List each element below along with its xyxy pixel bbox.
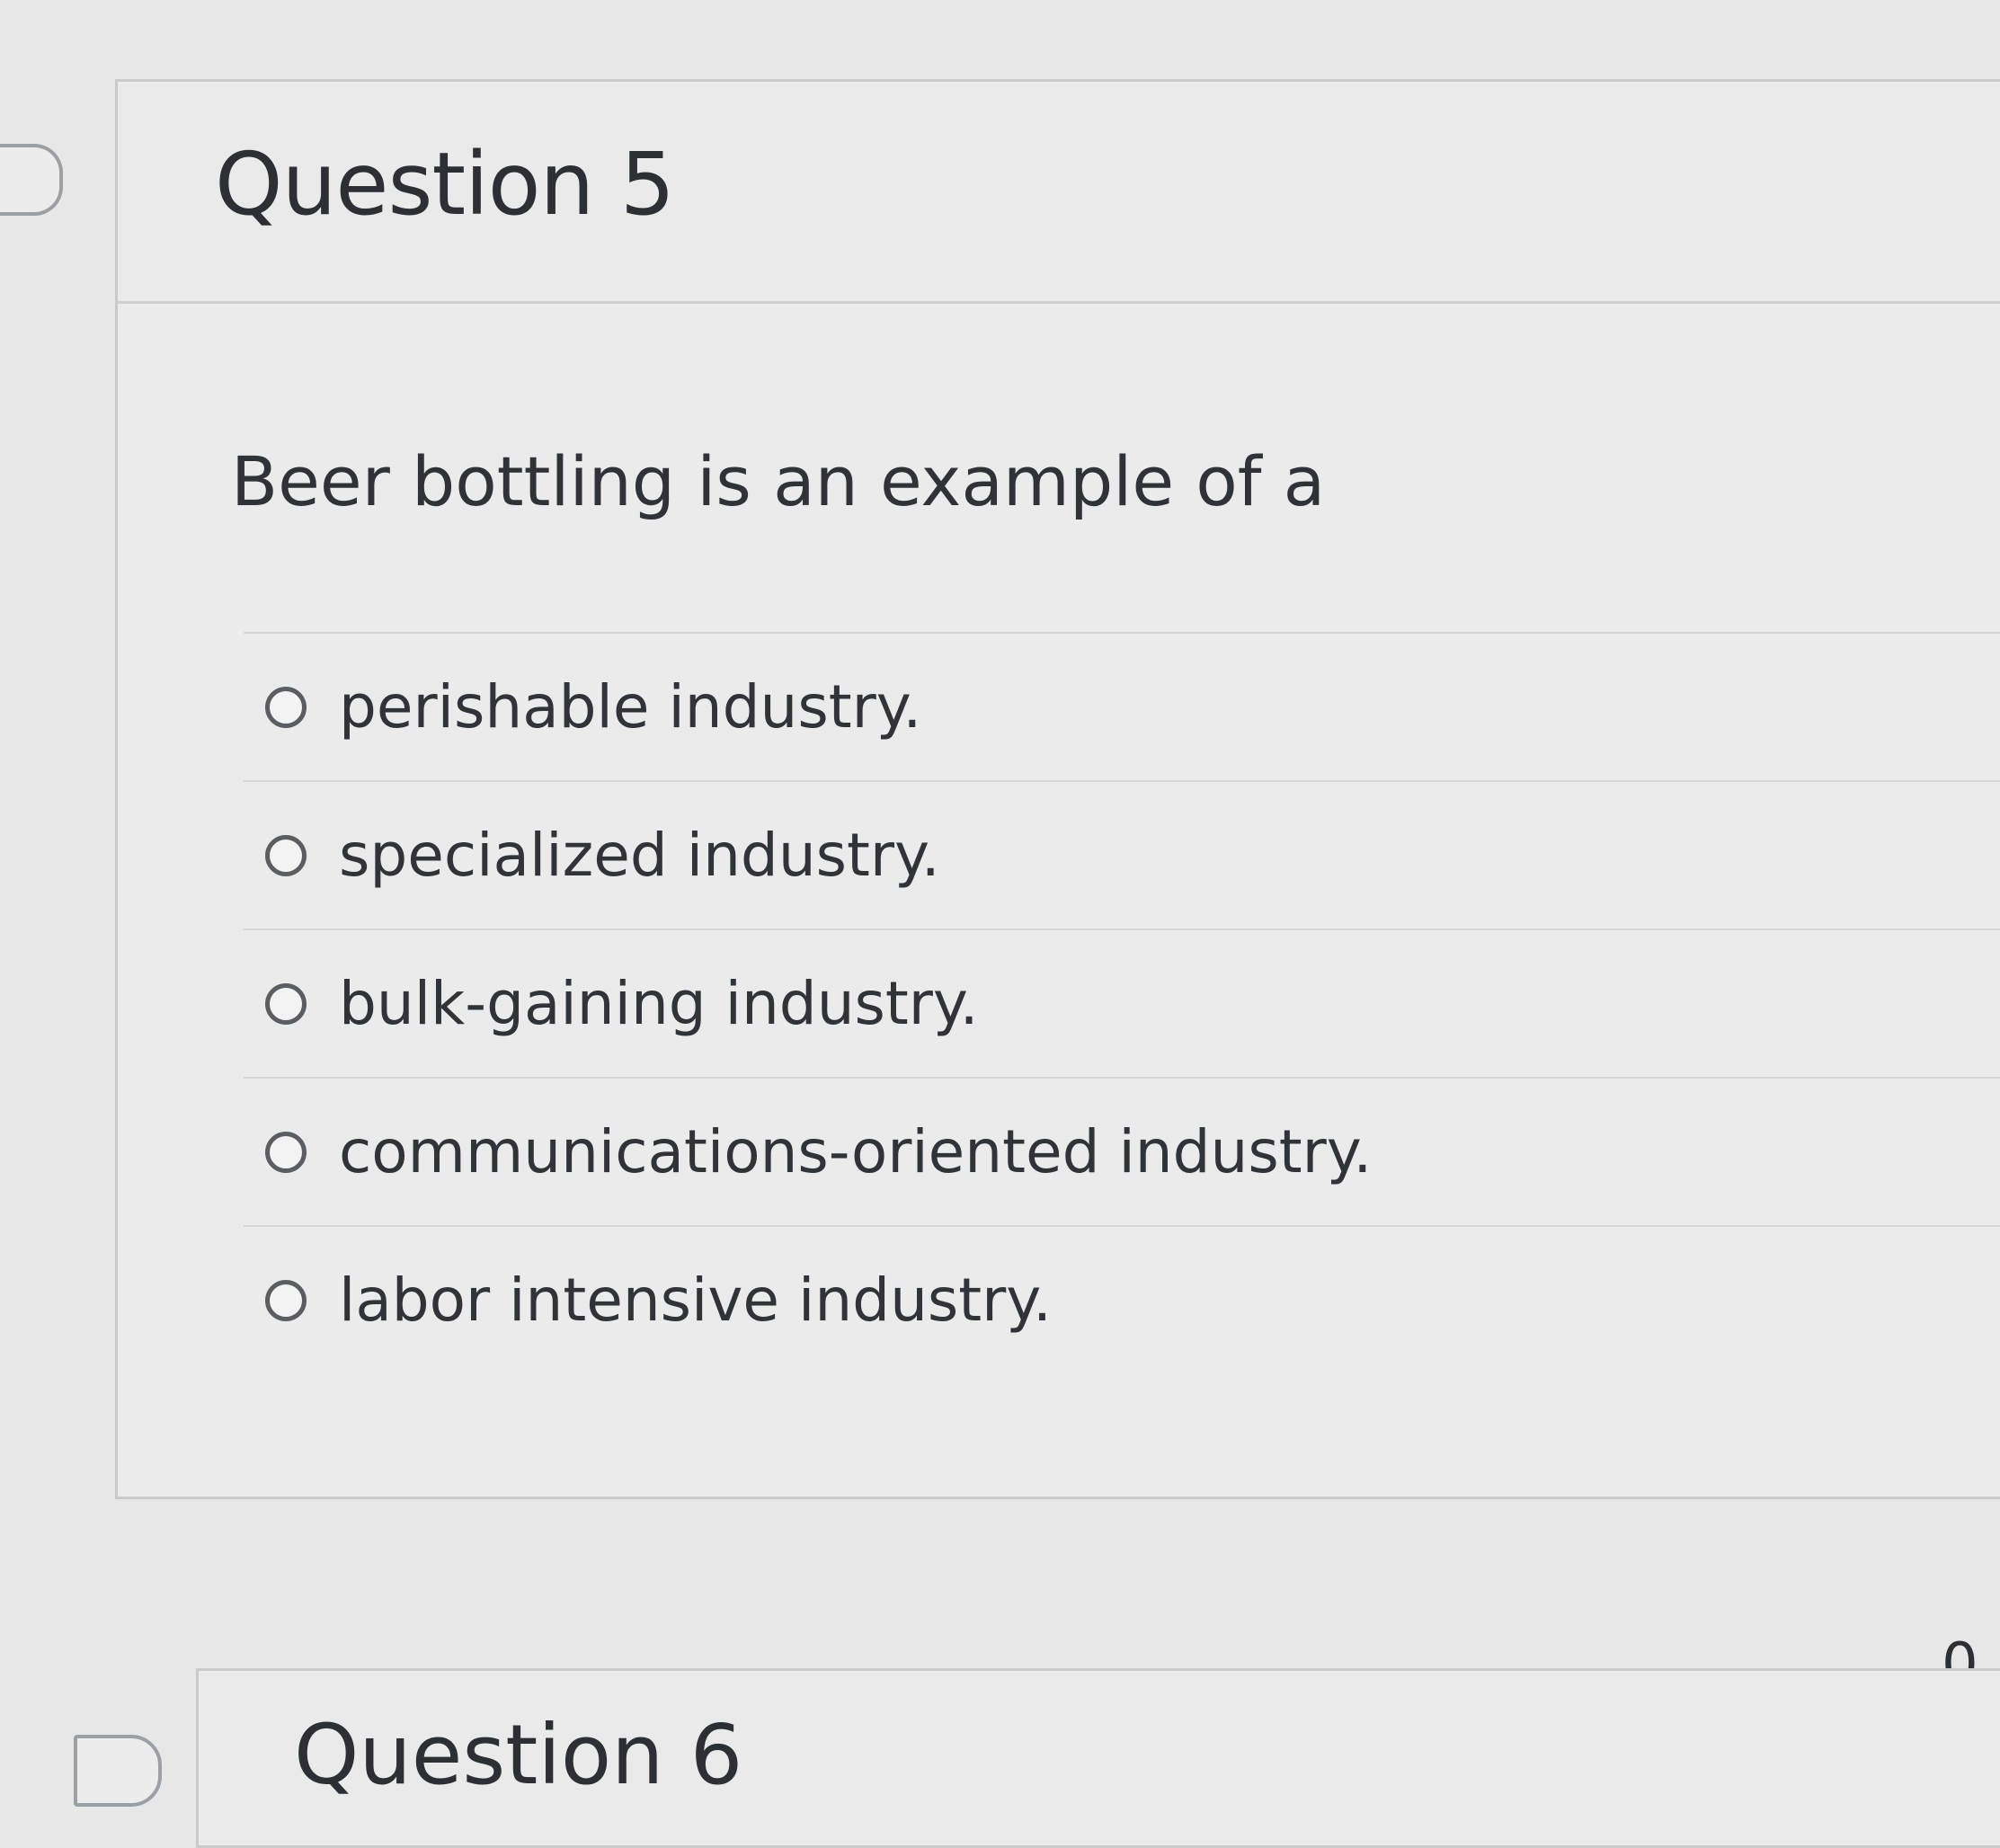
radio-button[interactable] [265, 982, 307, 1025]
answer-label: bulk-gaining industry. [339, 969, 979, 1038]
question-prompt: Beer bottling is an example of a [231, 441, 1326, 521]
answer-label: communications-oriented industry. [339, 1117, 1373, 1186]
answer-option[interactable]: specialized industry. [244, 782, 2000, 930]
answer-option[interactable]: perishable industry. [244, 634, 2000, 782]
answer-list: perishable industry. specialized industr… [244, 632, 2000, 1373]
answer-option[interactable]: communications-oriented industry. [244, 1079, 2000, 1227]
next-question-card: Question 6 [196, 1668, 2000, 1848]
radio-button[interactable] [265, 1279, 307, 1321]
question-card: Question 5 Beer bottling is an example o… [115, 79, 2000, 1499]
radio-button[interactable] [265, 834, 307, 876]
question-title: Question 5 [215, 134, 675, 235]
answer-label: labor intensive industry. [339, 1266, 1052, 1335]
question-6-flag-icon[interactable] [74, 1735, 162, 1807]
answer-label: perishable industry. [339, 672, 922, 742]
answer-label: specialized industry. [339, 821, 940, 890]
question-header: Question 5 [118, 82, 2000, 304]
answer-option[interactable]: bulk-gaining industry. [244, 930, 2000, 1079]
next-question-title: Question 6 [294, 1707, 743, 1803]
question-5-flag-icon[interactable] [0, 144, 63, 216]
answer-option[interactable]: labor intensive industry. [244, 1227, 2000, 1373]
radio-button[interactable] [265, 686, 307, 728]
radio-button[interactable] [265, 1131, 307, 1173]
